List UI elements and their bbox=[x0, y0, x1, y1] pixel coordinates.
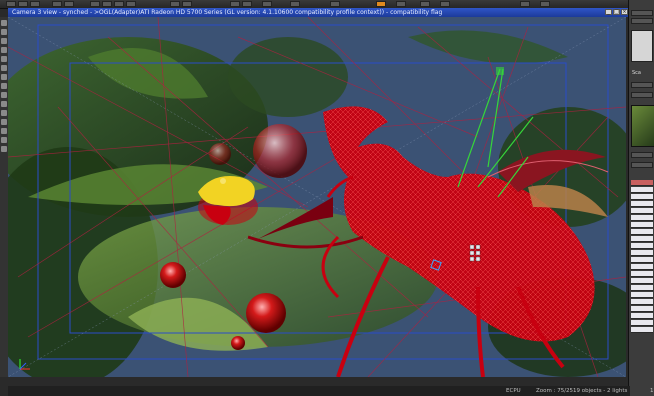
record-icon[interactable] bbox=[262, 1, 272, 7]
status-mode: ECPU bbox=[506, 388, 521, 394]
panel-tab-1[interactable] bbox=[631, 10, 653, 16]
list-item[interactable] bbox=[631, 250, 653, 256]
list-item[interactable] bbox=[631, 222, 653, 228]
list-item[interactable] bbox=[631, 208, 653, 214]
bridge-tool-icon[interactable] bbox=[1, 110, 7, 116]
uv-tool-icon[interactable] bbox=[1, 146, 7, 152]
bevel-tool-icon[interactable] bbox=[1, 92, 7, 98]
list-item[interactable] bbox=[631, 215, 653, 221]
frog-model bbox=[198, 176, 258, 225]
minimize-icon[interactable]: _ bbox=[605, 9, 612, 15]
list-item[interactable] bbox=[631, 306, 653, 312]
list-item[interactable] bbox=[631, 180, 653, 186]
material-thumbnail[interactable] bbox=[631, 105, 654, 147]
redo-icon[interactable] bbox=[64, 1, 74, 7]
list-item[interactable] bbox=[631, 229, 653, 235]
scale-tool-icon[interactable] bbox=[1, 47, 7, 53]
panel-label: Sca bbox=[632, 70, 641, 76]
paint-icon[interactable] bbox=[330, 1, 340, 7]
camera-icon[interactable] bbox=[182, 1, 192, 7]
move-icon[interactable] bbox=[102, 1, 112, 7]
rotate-icon[interactable] bbox=[114, 1, 124, 7]
list-item[interactable] bbox=[631, 264, 653, 270]
save-icon[interactable] bbox=[30, 1, 40, 7]
panel-row-1[interactable] bbox=[631, 82, 653, 88]
view-icon[interactable] bbox=[420, 1, 430, 7]
panel-tab-2[interactable] bbox=[631, 18, 653, 24]
select-icon[interactable] bbox=[90, 1, 100, 7]
scale-icon[interactable] bbox=[126, 1, 136, 7]
extrude-tool-icon[interactable] bbox=[1, 83, 7, 89]
move-tool-icon[interactable] bbox=[1, 29, 7, 35]
pick-tool-icon[interactable] bbox=[1, 20, 7, 26]
smooth-tool-icon[interactable] bbox=[1, 119, 7, 125]
list-item[interactable] bbox=[631, 327, 653, 333]
face-tool-icon[interactable] bbox=[1, 74, 7, 80]
snap-icon[interactable] bbox=[230, 1, 240, 7]
status-frame: 175 bbox=[650, 388, 654, 394]
render-icon[interactable] bbox=[376, 1, 386, 7]
viewport-title-bar[interactable]: Camera 3 view - synched - >OGL(Adapter)A… bbox=[8, 8, 630, 17]
list-item[interactable] bbox=[631, 285, 653, 291]
list-item[interactable] bbox=[631, 271, 653, 277]
status-bar: ECPU Zoom : 75/25 19 objects - 2 lights … bbox=[8, 386, 654, 396]
panel-row-2[interactable] bbox=[631, 92, 653, 98]
close-icon[interactable]: × bbox=[621, 9, 628, 15]
camera-viewport[interactable] bbox=[8, 17, 626, 377]
edge-tool-icon[interactable] bbox=[1, 65, 7, 71]
list-item[interactable] bbox=[631, 299, 653, 305]
list-item[interactable] bbox=[631, 313, 653, 319]
undo-icon[interactable] bbox=[52, 1, 62, 7]
scene-render bbox=[8, 17, 626, 377]
panel-row-4[interactable] bbox=[631, 162, 653, 168]
paint-tool-icon[interactable] bbox=[1, 137, 7, 143]
list-item[interactable] bbox=[631, 257, 653, 263]
list-item[interactable] bbox=[631, 243, 653, 249]
status-objects: 19 objects - 2 lights bbox=[573, 388, 628, 394]
magnet-tool-icon[interactable] bbox=[1, 128, 7, 134]
knife-tool-icon[interactable] bbox=[1, 101, 7, 107]
list-item[interactable] bbox=[631, 201, 653, 207]
rotate-tool-icon[interactable] bbox=[1, 38, 7, 44]
timeline-icon[interactable] bbox=[520, 1, 530, 7]
list-item[interactable] bbox=[631, 187, 653, 193]
list-item[interactable] bbox=[631, 236, 653, 242]
viewport-title: Camera 3 view - synched - >OGL(Adapter)A… bbox=[12, 9, 443, 16]
list-item[interactable] bbox=[631, 320, 653, 326]
open-icon[interactable] bbox=[18, 1, 28, 7]
list-item[interactable] bbox=[631, 194, 653, 200]
right-panel: Sca bbox=[628, 0, 654, 396]
render-region-icon[interactable] bbox=[396, 1, 406, 7]
point-tool-icon[interactable] bbox=[1, 56, 7, 62]
material-icon[interactable] bbox=[440, 1, 450, 7]
light-icon[interactable] bbox=[170, 1, 180, 7]
status-zoom: Zoom : 75/25 bbox=[536, 388, 574, 394]
maximize-icon[interactable]: □ bbox=[613, 9, 620, 15]
new-icon[interactable] bbox=[6, 1, 16, 7]
preview-swatch[interactable] bbox=[631, 30, 653, 62]
help-icon[interactable] bbox=[540, 1, 550, 7]
list-item[interactable] bbox=[631, 292, 653, 298]
list-item[interactable] bbox=[631, 278, 653, 284]
link-icon[interactable] bbox=[290, 1, 300, 7]
grid-icon[interactable] bbox=[242, 1, 252, 7]
panel-row-3[interactable] bbox=[631, 152, 653, 158]
